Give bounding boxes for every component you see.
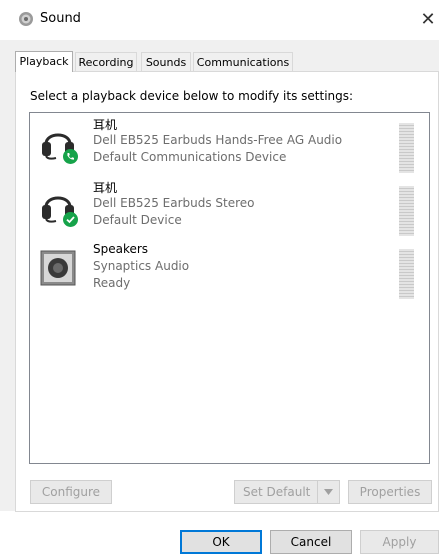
device-description: Dell EB525 Earbuds Hands-Free AG Audio	[93, 133, 343, 147]
device-description: Synaptics Audio	[93, 259, 190, 273]
close-icon: ✕	[420, 9, 436, 30]
set-default-button[interactable]: Set Default	[234, 480, 340, 504]
device-name: 耳机	[93, 118, 118, 132]
phone-badge-icon	[63, 149, 78, 164]
device-description: Dell EB525 Earbuds Stereo	[93, 196, 255, 210]
configure-button[interactable]: Configure	[30, 480, 112, 504]
volume-meter	[399, 123, 414, 173]
list-item[interactable]: 耳机 Dell EB525 Earbuds Stereo Default Dev…	[30, 179, 429, 243]
set-default-dropdown[interactable]	[317, 481, 339, 503]
ok-button[interactable]: OK	[180, 530, 262, 554]
sound-icon	[19, 12, 33, 26]
chevron-down-icon	[324, 489, 333, 495]
tab-playback[interactable]: Playback	[15, 51, 73, 72]
tab-recording[interactable]: Recording	[75, 52, 137, 71]
device-status: Ready	[93, 276, 131, 290]
device-list[interactable]: 耳机 Dell EB525 Earbuds Hands-Free AG Audi…	[29, 112, 430, 464]
close-button[interactable]: ✕	[417, 6, 439, 34]
device-name: 耳机	[93, 181, 118, 195]
volume-meter	[399, 249, 414, 299]
volume-meter	[399, 186, 414, 236]
checkmark-badge-icon	[63, 212, 78, 227]
window-title: Sound	[40, 11, 81, 26]
device-status: Default Device	[93, 213, 182, 227]
list-item[interactable]: 耳机 Dell EB525 Earbuds Hands-Free AG Audi…	[30, 116, 429, 180]
tab-communications[interactable]: Communications	[193, 52, 293, 71]
cancel-button[interactable]: Cancel	[270, 530, 352, 554]
instruction-text: Select a playback device below to modify…	[30, 89, 354, 103]
properties-button[interactable]: Properties	[348, 480, 432, 504]
set-default-label: Set Default	[243, 485, 311, 499]
speaker-icon	[40, 250, 76, 286]
device-status: Default Communications Device	[93, 150, 287, 164]
title-bar: Sound ✕	[0, 0, 439, 40]
tab-sounds[interactable]: Sounds	[141, 52, 191, 71]
apply-button[interactable]: Apply	[360, 530, 439, 554]
list-item[interactable]: Speakers Synaptics Audio Ready	[30, 242, 429, 306]
device-name: Speakers	[93, 242, 149, 256]
